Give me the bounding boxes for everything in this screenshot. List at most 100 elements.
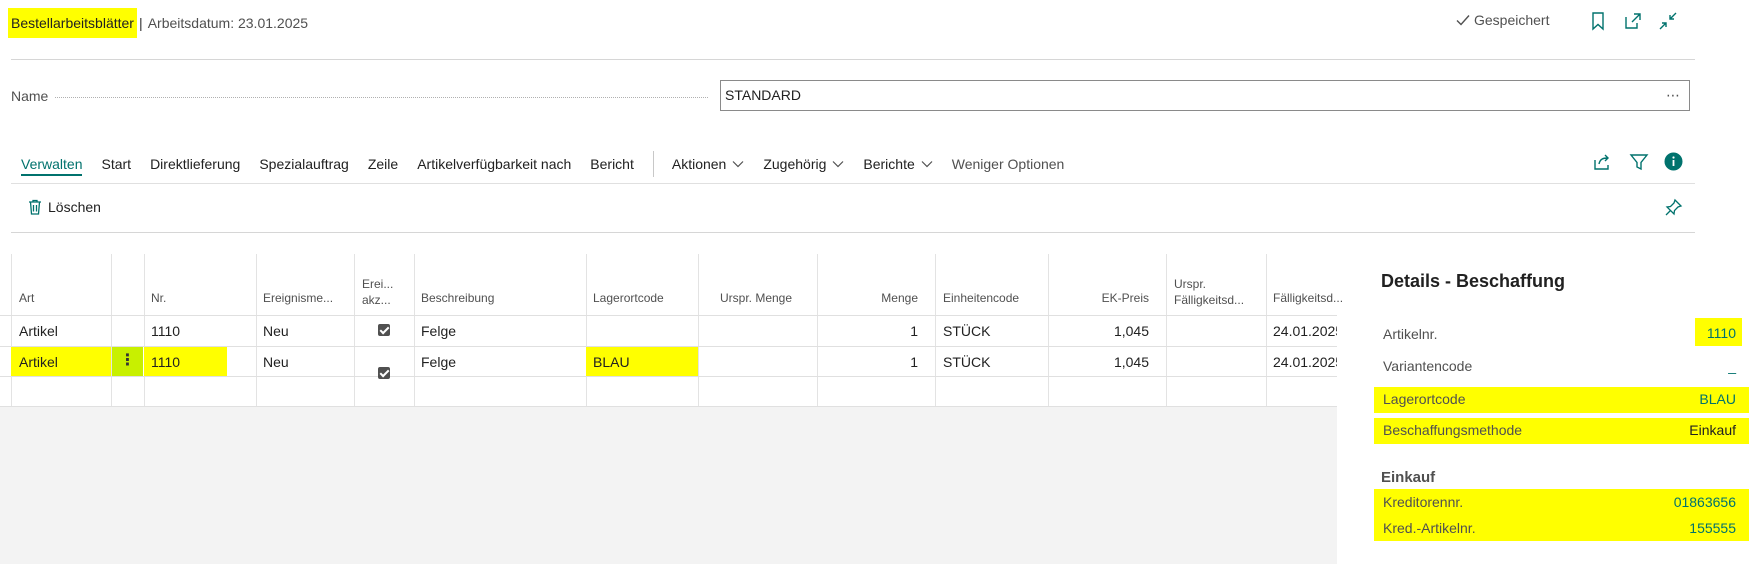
saved-label: Gespeichert — [1474, 12, 1550, 28]
delete-label: Löschen — [48, 199, 101, 215]
grid-col-line — [111, 254, 112, 406]
pin-icon[interactable] — [1664, 198, 1683, 217]
cell-ereignismeldung[interactable]: Neu — [263, 347, 289, 377]
menu-zugehoerig[interactable]: Zugehörig — [763, 156, 844, 172]
checkmark-icon — [1456, 15, 1470, 26]
grid-col-line — [1166, 254, 1167, 406]
cell-art[interactable]: Artikel — [19, 316, 58, 346]
bookmark-icon[interactable] — [1588, 11, 1608, 31]
grid-col-line — [11, 254, 12, 406]
trash-icon — [29, 199, 41, 215]
tab-direktlieferung[interactable]: Direktlieferung — [150, 156, 240, 172]
chevron-down-icon — [921, 161, 933, 168]
action-separator — [652, 151, 654, 177]
col-header-art[interactable]: Art — [19, 291, 34, 305]
grid-col-line — [414, 254, 415, 406]
info-icon[interactable] — [1664, 152, 1683, 171]
grid-col-line — [354, 254, 355, 406]
cell-nr[interactable]: 1110 — [151, 316, 180, 346]
cell-ereignismeldung[interactable]: Neu — [263, 316, 289, 346]
cell-nr[interactable]: 1110 — [151, 347, 180, 377]
factbox-location-label: Lagerortcode — [1383, 391, 1466, 407]
grid-col-line — [935, 254, 936, 406]
page-title: Bestellarbeitsblätter — [8, 8, 137, 38]
page-header: Bestellarbeitsblätter | Arbeitsdatum: 23.… — [8, 8, 308, 38]
menu-zugehoerig-label: Zugehörig — [763, 156, 827, 172]
action-bar: Verwalten Start Direktlieferung Speziala… — [21, 151, 1083, 177]
fewer-options-button[interactable]: Weniger Optionen — [952, 156, 1065, 172]
col-header-menge[interactable]: Menge — [817, 291, 918, 305]
cell-lagerortcode[interactable]: BLAU — [593, 347, 630, 377]
chevron-down-icon — [732, 161, 744, 168]
cell-ek-preis[interactable]: 1,045 — [1048, 347, 1149, 377]
factbox-location-value[interactable]: BLAU — [1600, 391, 1736, 407]
factbox-variant-value[interactable]: _ — [1600, 358, 1736, 374]
name-lookup-button[interactable]: ⋯ — [1666, 81, 1681, 110]
tab-spezialauftrag[interactable]: Spezialauftrag — [259, 156, 349, 172]
factbox-replenishment-value[interactable]: Einkauf — [1600, 422, 1736, 438]
cell-menge[interactable]: 1 — [817, 316, 918, 346]
tab-verwalten[interactable]: Verwalten — [21, 156, 83, 176]
delete-button[interactable]: Löschen — [28, 199, 101, 215]
toolbar-divider — [11, 232, 1695, 233]
cell-einheitencode[interactable]: STÜCK — [943, 347, 990, 377]
grid-col-line — [144, 254, 145, 406]
col-header-beschreibung[interactable]: Beschreibung — [421, 291, 494, 305]
col-header-ereignis-akzeptieren-2: akz... — [362, 293, 391, 307]
share-icon[interactable] — [1592, 152, 1612, 172]
saved-status: Gespeichert — [1456, 12, 1549, 28]
grid-col-line — [698, 254, 699, 406]
factbox-vendor-item-value[interactable]: 155555 — [1600, 520, 1736, 536]
action-bar-divider — [11, 183, 1695, 184]
cell-menge[interactable]: 1 — [817, 347, 918, 377]
col-header-urspr-faelligkeit-1[interactable]: Urspr. — [1174, 277, 1206, 291]
cell-faelligkeit[interactable]: 24.01.2025 — [1273, 316, 1337, 346]
row-menu-button[interactable]: ⋮ — [112, 347, 143, 376]
grid-empty-area — [0, 406, 1337, 564]
col-header-lagerortcode[interactable]: Lagerortcode — [593, 291, 664, 305]
name-leader-dots — [55, 97, 708, 98]
factbox-section-einkauf: Einkauf — [1381, 469, 1436, 486]
col-header-ereignismeldung[interactable]: Ereignisme... — [263, 291, 333, 305]
factbox-vendor-no-value[interactable]: 01863656 — [1600, 494, 1736, 510]
col-header-ek-preis[interactable]: EK-Preis — [1048, 291, 1149, 305]
factbox-vendor-item-label: Kred.-Artikelnr. — [1383, 520, 1476, 536]
col-header-nr[interactable]: Nr. — [151, 291, 166, 305]
factbox-item-no-value[interactable]: 1110 — [1600, 325, 1736, 341]
header-divider — [11, 59, 1695, 60]
factbox-vendor-no-label: Kreditorennr. — [1383, 494, 1464, 510]
col-header-einheitencode[interactable]: Einheitencode — [943, 291, 1019, 305]
cell-einheitencode[interactable]: STÜCK — [943, 316, 990, 346]
menu-aktionen[interactable]: Aktionen — [672, 156, 744, 172]
cell-beschreibung[interactable]: Felge — [421, 347, 456, 377]
tab-artikelverfuegbarkeit[interactable]: Artikelverfügbarkeit nach — [417, 156, 571, 172]
factbox-title: Details - Beschaffung — [1381, 271, 1566, 291]
filter-icon[interactable] — [1629, 152, 1649, 172]
work-date: Arbeitsdatum: 23.01.2025 — [147, 15, 309, 31]
name-value: STANDARD — [725, 87, 801, 103]
col-header-ereignis-akzeptieren-1[interactable]: Erei... — [362, 277, 393, 291]
cell-ek-preis[interactable]: 1,045 — [1048, 316, 1149, 346]
grid-row-line — [0, 406, 1337, 407]
factbox-variant-label: Variantencode — [1383, 358, 1473, 374]
cell-beschreibung[interactable]: Felge — [421, 316, 456, 346]
chevron-down-icon — [832, 161, 844, 168]
title-separator: | — [138, 15, 143, 31]
open-new-window-icon[interactable] — [1623, 11, 1643, 31]
cell-art[interactable]: Artikel — [19, 347, 58, 377]
name-input[interactable]: STANDARD ⋯ — [720, 80, 1690, 111]
tab-bericht[interactable]: Bericht — [590, 156, 634, 172]
col-header-faelligkeit[interactable]: Fälligkeitsd... — [1273, 291, 1343, 305]
menu-berichte[interactable]: Berichte — [863, 156, 933, 172]
tab-zeile[interactable]: Zeile — [368, 156, 398, 172]
tab-start[interactable]: Start — [101, 156, 131, 172]
accept-checkbox[interactable] — [378, 367, 390, 379]
col-header-urspr-menge[interactable]: Urspr. Menge — [720, 291, 792, 305]
grid-col-line — [586, 254, 587, 406]
cell-faelligkeit[interactable]: 24.01.2025 — [1273, 347, 1337, 377]
name-label: Name — [11, 88, 49, 104]
collapse-icon[interactable] — [1658, 11, 1678, 31]
factbox-replenishment-label: Beschaffungsmethode — [1383, 422, 1523, 438]
accept-checkbox[interactable] — [378, 324, 390, 336]
menu-aktionen-label: Aktionen — [671, 156, 727, 172]
